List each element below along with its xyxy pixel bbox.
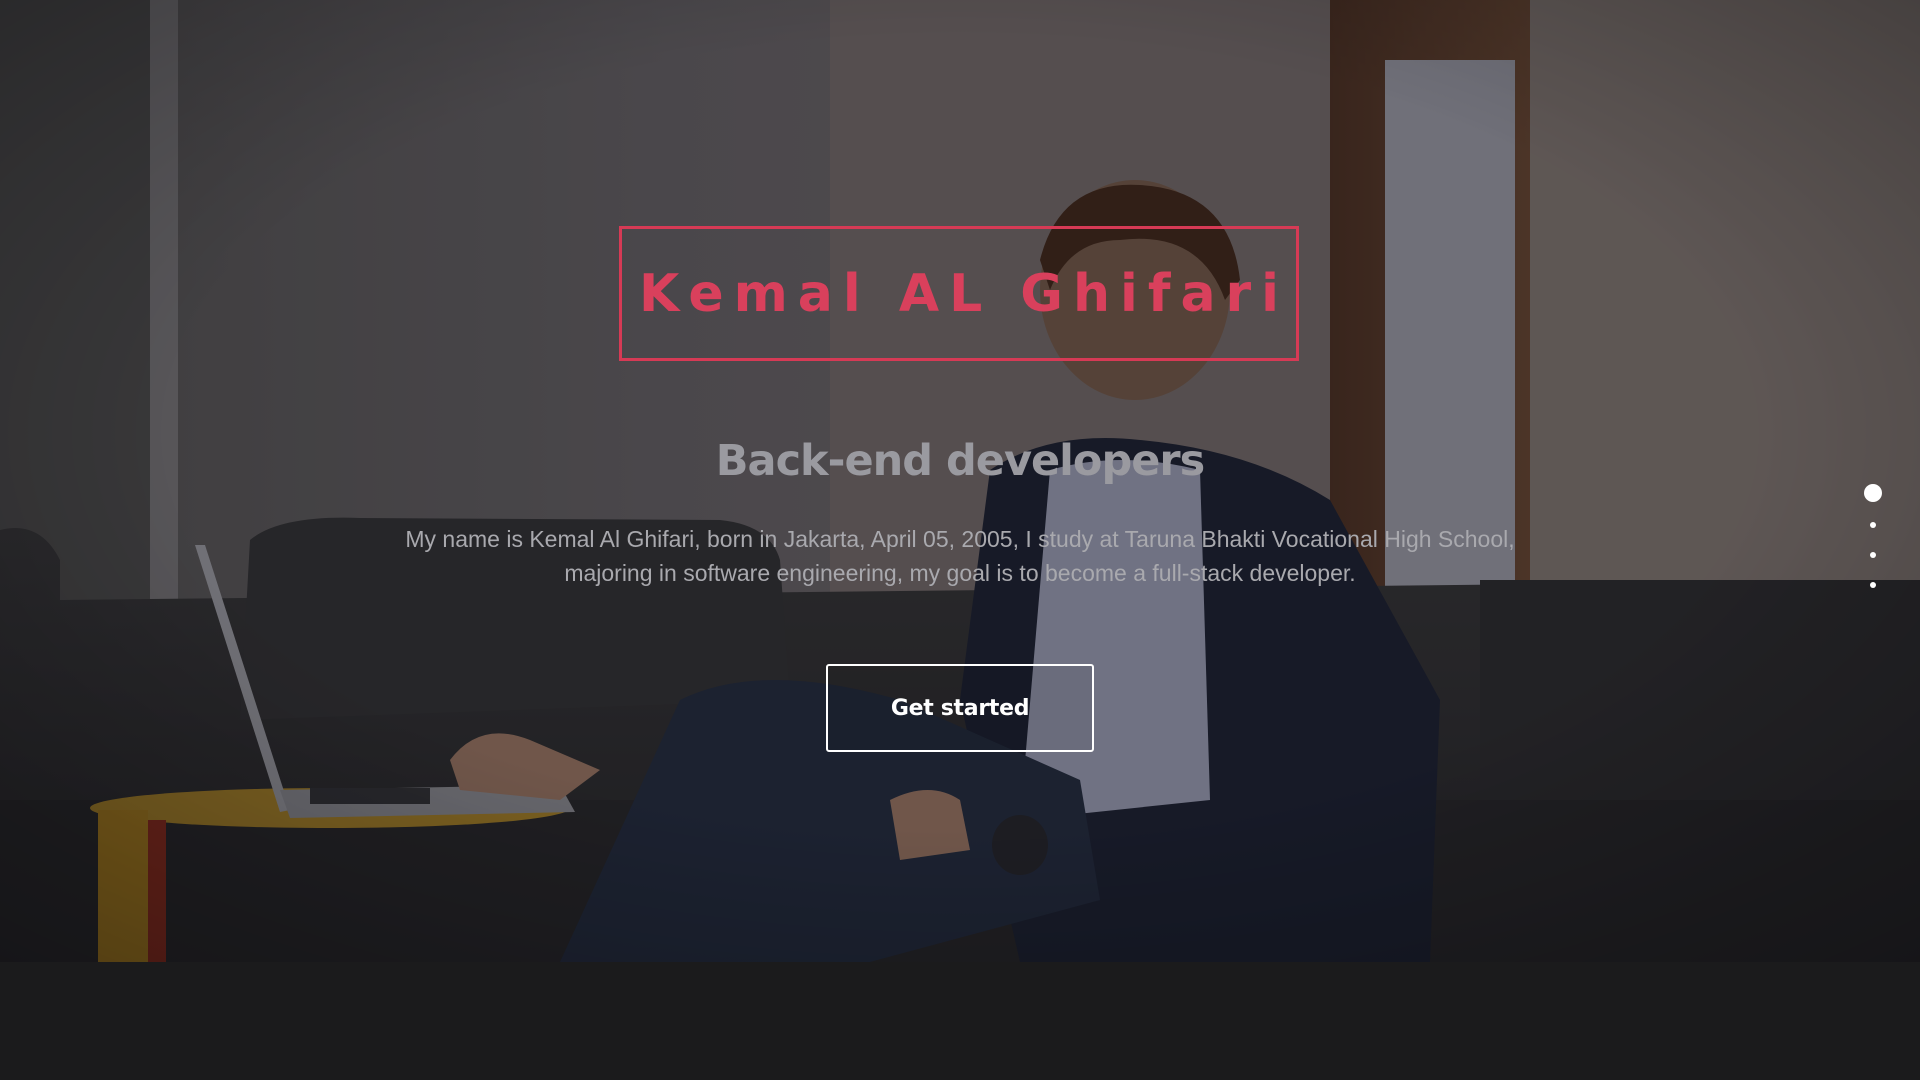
hero-section: Kemal AL Ghifari Back-end developers My … <box>0 0 1920 962</box>
slide-dot-4[interactable] <box>1870 582 1876 588</box>
slide-dot-2[interactable] <box>1870 522 1876 528</box>
slide-dot-3[interactable] <box>1870 552 1876 558</box>
hero-description: My name is Kemal Al Ghifari, born in Jak… <box>405 526 1515 586</box>
hero-subtitle: Back-end developers <box>715 436 1205 486</box>
hero-name: Kemal AL Ghifari <box>638 263 1290 324</box>
next-section-strip <box>0 962 1920 1080</box>
name-frame: Kemal AL Ghifari <box>619 226 1299 361</box>
slide-dot-1[interactable] <box>1864 484 1882 502</box>
get-started-button[interactable]: Get started <box>826 664 1094 752</box>
page: Kemal AL Ghifari Back-end developers My … <box>0 0 1920 1080</box>
slide-dot-navigation <box>1858 484 1888 594</box>
